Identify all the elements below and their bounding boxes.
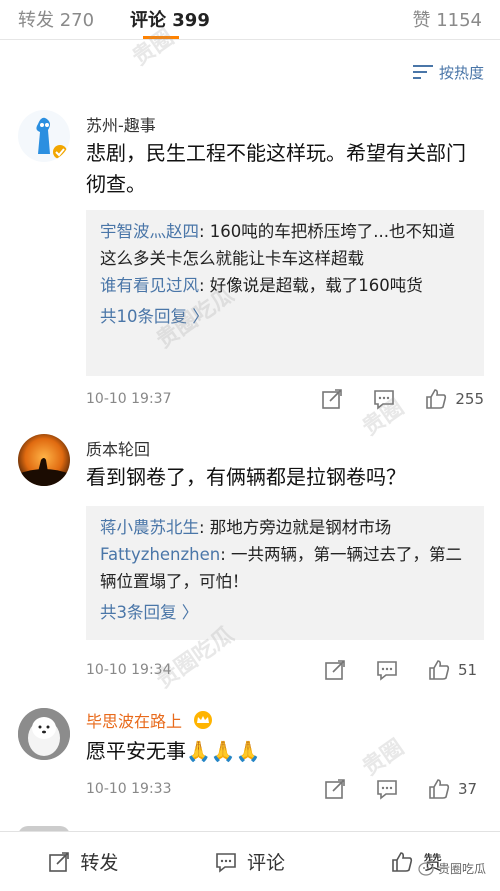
bottom-action-bar: 转发 评论 赞 贵圈吃瓜 [0, 831, 500, 891]
comment-item: 毕思波在路上 愿平安无事🙏🙏🙏 10-10 19:33 37 [0, 700, 500, 820]
repost-label: 转发 [80, 852, 119, 874]
reply-user[interactable]: 宇智波灬赵四 [100, 222, 199, 241]
comment-icon[interactable] [376, 778, 398, 800]
reply-item: 蒋小農苏北生: 那地方旁边就是钢材市场 [100, 514, 470, 541]
comment-text: 愿平安无事🙏🙏🙏 [86, 739, 261, 763]
comment-text: 悲剧，民生工程不能这样玩。希望有关部门彻查。 [86, 141, 466, 196]
username-text: 毕思波在路上 [86, 712, 183, 731]
username[interactable]: 苏州-趣事 [86, 112, 156, 136]
comment-meta: 10-10 19:37 255 [86, 388, 484, 412]
more-replies-link[interactable]: 共10条回复 〉 [100, 303, 470, 330]
active-tab-indicator [143, 36, 179, 39]
reply-item: Fattyzhenzhen: 一共两辆，第一辆过去了，第二辆位置塌了，可怕！ [100, 541, 470, 595]
avatar[interactable] [18, 434, 70, 486]
more-replies-link[interactable]: 共3条回复 〉 [100, 599, 470, 626]
reply-item: 宇智波灬赵四: 160吨的车把桥压垮了...也不知道这么多关卡怎么就能让卡车这样… [100, 218, 470, 272]
avatar[interactable] [18, 110, 70, 162]
comment-icon [216, 852, 236, 873]
like-button[interactable]: 255 [425, 388, 484, 410]
sort-icon [411, 61, 435, 83]
crown-badge-icon [191, 710, 215, 734]
share-icon[interactable] [321, 388, 343, 410]
tab-like[interactable]: 赞 1154 [412, 6, 482, 32]
like-count: 37 [458, 780, 478, 798]
reply-item: 谁有看见过风: 好像说是超载，载了160吨货 [100, 272, 470, 299]
comment-time: 10-10 19:37 [86, 391, 172, 407]
comment-meta: 10-10 19:33 37 [86, 778, 484, 802]
reply-user[interactable]: 蒋小農苏北生 [100, 518, 199, 537]
watermark-logo-icon [418, 861, 434, 876]
thumbs-up-icon [429, 660, 450, 680]
share-icon[interactable] [324, 778, 346, 800]
reply-user[interactable]: Fattyzhenzhen [100, 545, 220, 564]
username[interactable]: 质本轮回 [86, 436, 150, 460]
tab-bar: 转发 270 评论 399 赞 1154 [0, 0, 500, 40]
repost-button[interactable]: 转发 [0, 832, 167, 891]
like-button[interactable]: 37 [428, 778, 484, 800]
comment-meta: 10-10 19:34 51 [86, 659, 484, 683]
tab-repost[interactable]: 转发 270 [18, 6, 94, 32]
comment-time: 10-10 19:34 [86, 662, 172, 678]
thumbs-up-icon [392, 851, 413, 872]
reply-box[interactable]: 宇智波灬赵四: 160吨的车把桥压垮了...也不知道这么多关卡怎么就能让卡车这样… [86, 210, 484, 376]
watermark-text: 贵圈吃瓜 [437, 862, 486, 876]
comment-label: 评论 [247, 852, 286, 874]
share-icon[interactable] [324, 659, 346, 681]
reply-text: : 那地方旁边就是钢材市场 [199, 518, 392, 537]
comment-button[interactable]: 评论 [167, 832, 334, 891]
comment-time: 10-10 19:33 [86, 781, 172, 797]
sort-by-hot-button[interactable]: 按热度 [411, 60, 484, 84]
comment-icon[interactable] [376, 659, 398, 681]
sort-label: 按热度 [438, 63, 484, 82]
thumbs-up-icon [429, 779, 450, 799]
avatar[interactable] [18, 708, 70, 760]
like-count: 51 [458, 661, 478, 679]
share-icon [49, 851, 70, 872]
reply-box[interactable]: 蒋小農苏北生: 那地方旁边就是钢材市场 Fattyzhenzhen: 一共两辆，… [86, 506, 484, 640]
comment-item: 苏州-趣事 悲剧，民生工程不能这样玩。希望有关部门彻查。 宇智波灬赵四: 160… [0, 100, 500, 420]
like-count: 255 [455, 390, 484, 408]
reply-text: : 好像说是超载，载了160吨货 [199, 276, 423, 295]
tab-comment[interactable]: 评论 399 [130, 6, 210, 32]
like-button[interactable]: 51 [428, 659, 484, 681]
comment-icon[interactable] [373, 388, 395, 410]
comment-item: 质本轮回 看到钢卷了，有俩辆都是拉钢卷吗？ 蒋小農苏北生: 那地方旁边就是钢材市… [0, 420, 500, 690]
comment-text: 看到钢卷了，有俩辆都是拉钢卷吗？ [86, 465, 406, 489]
watermark-footer: 贵圈吃瓜 [418, 860, 486, 877]
username[interactable]: 毕思波在路上 [86, 708, 215, 734]
reply-user[interactable]: 谁有看见过风 [100, 276, 199, 295]
thumbs-up-icon [426, 389, 447, 409]
